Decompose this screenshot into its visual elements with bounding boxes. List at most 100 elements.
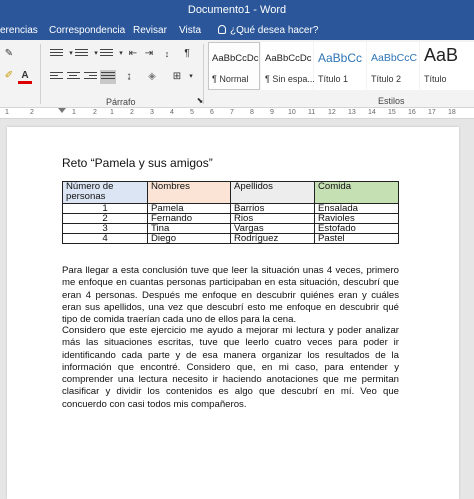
header-cell: Nombres — [147, 181, 231, 204]
ruler-mark: 18 — [448, 109, 456, 116]
table-cell: Fernando — [147, 213, 231, 224]
sort-icon[interactable]: ↕ — [160, 48, 174, 60]
style-sample: AaB — [424, 45, 459, 65]
justify-icon[interactable] — [100, 70, 116, 84]
window-title: Documento1 - Word — [187, 4, 287, 16]
align-left-icon[interactable] — [50, 72, 63, 82]
paragraph-launcher-icon[interactable]: ⬊ — [193, 95, 207, 107]
table-row: 3 Tina Vargas Estofado — [62, 223, 399, 234]
ruler-mark: 3 — [150, 109, 154, 116]
table-cell: Pamela — [147, 203, 231, 214]
ruler-mark: 7 — [230, 109, 234, 116]
ruler-mark: 6 — [210, 109, 214, 116]
ruler-mark: 12 — [328, 109, 336, 116]
ruler-mark: 9 — [270, 109, 274, 116]
table-row: 1 Pamela Barrios Ensalada — [62, 203, 399, 214]
table-cell: Rodríguez — [230, 233, 315, 244]
separator — [203, 44, 204, 104]
title-bar: Documento1 - Word — [0, 0, 474, 22]
tab-revisar[interactable]: Revisar — [133, 25, 167, 36]
ruler-mark: 2 — [130, 109, 134, 116]
table-cell: 4 — [62, 233, 148, 244]
increase-indent-icon[interactable]: ⇥ — [142, 48, 156, 60]
table-cell: Barrios — [230, 203, 315, 214]
style-sample: AaBbCcC — [371, 52, 418, 64]
table-row: 4 Diego Rodríguez Pastel — [62, 233, 399, 244]
style-name: ¶ Sin espa... — [265, 74, 315, 84]
header-cell: Apellidos — [230, 181, 315, 204]
horizontal-ruler[interactable]: 1 2 1 2 1 2 3 4 5 6 7 8 9 10 11 12 13 14… — [0, 108, 474, 119]
style-no-spacing[interactable]: AaBbCcDc ¶ Sin espa... — [261, 42, 315, 90]
style-title[interactable]: AaB Título — [420, 42, 474, 90]
shading-icon[interactable]: ◈ — [145, 71, 159, 83]
header-cell: Comida — [314, 181, 399, 204]
ruler-mark: 1 — [110, 109, 114, 116]
separator — [40, 44, 41, 104]
align-center-icon[interactable] — [67, 72, 80, 82]
numbering-icon[interactable] — [75, 49, 88, 59]
table-cell: Tina — [147, 223, 231, 234]
ribbon-tabs: erencias Correspondencia Revisar Vista ¿… — [0, 22, 474, 40]
ruler-mark: 4 — [170, 109, 174, 116]
table-header-row: Número de personas Nombres Apellidos Com… — [62, 181, 399, 204]
borders-icon[interactable]: ⊞ — [170, 71, 184, 83]
ruler-mark: 8 — [250, 109, 254, 116]
ribbon: ✎ ✐ A ▾ ▾ ▾ ⇤ ⇥ ↕ ¶ ↨ ◈ ⊞ ▾ Párrafo ⬊ Aa… — [0, 40, 474, 108]
ruler-mark: 15 — [388, 109, 396, 116]
styles-group-label: Estilos — [378, 96, 405, 106]
style-heading2[interactable]: AaBbCcC Título 2 — [367, 42, 419, 90]
indent-marker-icon[interactable] — [58, 108, 66, 113]
ruler-mark: 10 — [288, 109, 296, 116]
borders-dropdown-icon[interactable]: ▾ — [184, 71, 198, 83]
style-normal[interactable]: AaBbCcDc ¶ Normal — [208, 42, 260, 90]
style-sample: AaBbCc — [318, 51, 363, 65]
ruler-mark: 13 — [348, 109, 356, 116]
data-table: Número de personas Nombres Apellidos Com… — [62, 181, 399, 244]
table-cell: Diego — [147, 233, 231, 244]
table-cell: 3 — [62, 223, 148, 234]
styles-gallery: AaBbCcDc ¶ Normal AaBbCcDc ¶ Sin espa...… — [208, 40, 474, 92]
line-spacing-icon[interactable]: ↨ — [122, 71, 136, 83]
lightbulb-icon — [218, 25, 226, 34]
vertical-scrollbar[interactable] — [464, 119, 474, 499]
style-sample: AaBbCcDc — [212, 53, 259, 64]
document-heading: Reto “Pamela y sus amigos” — [62, 156, 213, 170]
tab-vista[interactable]: Vista — [179, 25, 201, 36]
table-cell: 2 — [62, 213, 148, 224]
ruler-mark: 2 — [93, 109, 97, 116]
multilevel-list-icon[interactable] — [100, 49, 113, 59]
decrease-indent-icon[interactable]: ⇤ — [126, 48, 140, 60]
ruler-mark: 1 — [5, 109, 9, 116]
ruler-ticks: 1 2 1 2 1 2 3 4 5 6 7 8 9 10 11 12 13 14… — [0, 109, 474, 116]
tab-referencias[interactable]: erencias — [0, 25, 38, 36]
tell-me-box[interactable]: ¿Qué desea hacer? — [218, 25, 318, 36]
highlight-color-icon[interactable]: ✐ — [2, 70, 16, 82]
ruler-mark: 14 — [368, 109, 376, 116]
document-page[interactable]: Reto “Pamela y sus amigos” Número de per… — [7, 127, 459, 499]
table-cell: Estofado — [314, 223, 399, 234]
ruler-mark: 16 — [408, 109, 416, 116]
style-name: Título — [424, 74, 447, 84]
tell-me-label: ¿Qué desea hacer? — [230, 25, 319, 36]
table-cell: Pastel — [314, 233, 399, 244]
table-cell: Rios — [230, 213, 315, 224]
table-cell: Vargas — [230, 223, 315, 234]
style-name: Título 2 — [371, 74, 402, 84]
ruler-mark: 17 — [428, 109, 436, 116]
style-name: Título 1 — [318, 74, 349, 84]
ruler-mark: 2 — [30, 109, 34, 116]
style-sample: AaBbCcDc — [265, 53, 312, 64]
paragraph-group-label: Párrafo — [106, 97, 136, 107]
style-name: ¶ Normal — [212, 74, 249, 84]
bullets-icon[interactable] — [50, 49, 63, 59]
format-painter-icon[interactable]: ✎ — [2, 48, 16, 60]
table-cell: 1 — [62, 203, 148, 214]
table-cell: Ravioles — [314, 213, 399, 224]
font-color-icon[interactable]: A — [18, 70, 32, 84]
body-paragraph: Para llegar a esta conclusión tuve que l… — [62, 265, 399, 326]
tab-correspondencia[interactable]: Correspondencia — [49, 25, 125, 36]
show-formatting-icon[interactable]: ¶ — [180, 48, 194, 60]
body-paragraph: Considero que este ejercicio me ayudo a … — [62, 325, 399, 410]
align-right-icon[interactable] — [84, 72, 97, 82]
style-heading1[interactable]: AaBbCc Título 1 — [314, 42, 366, 90]
